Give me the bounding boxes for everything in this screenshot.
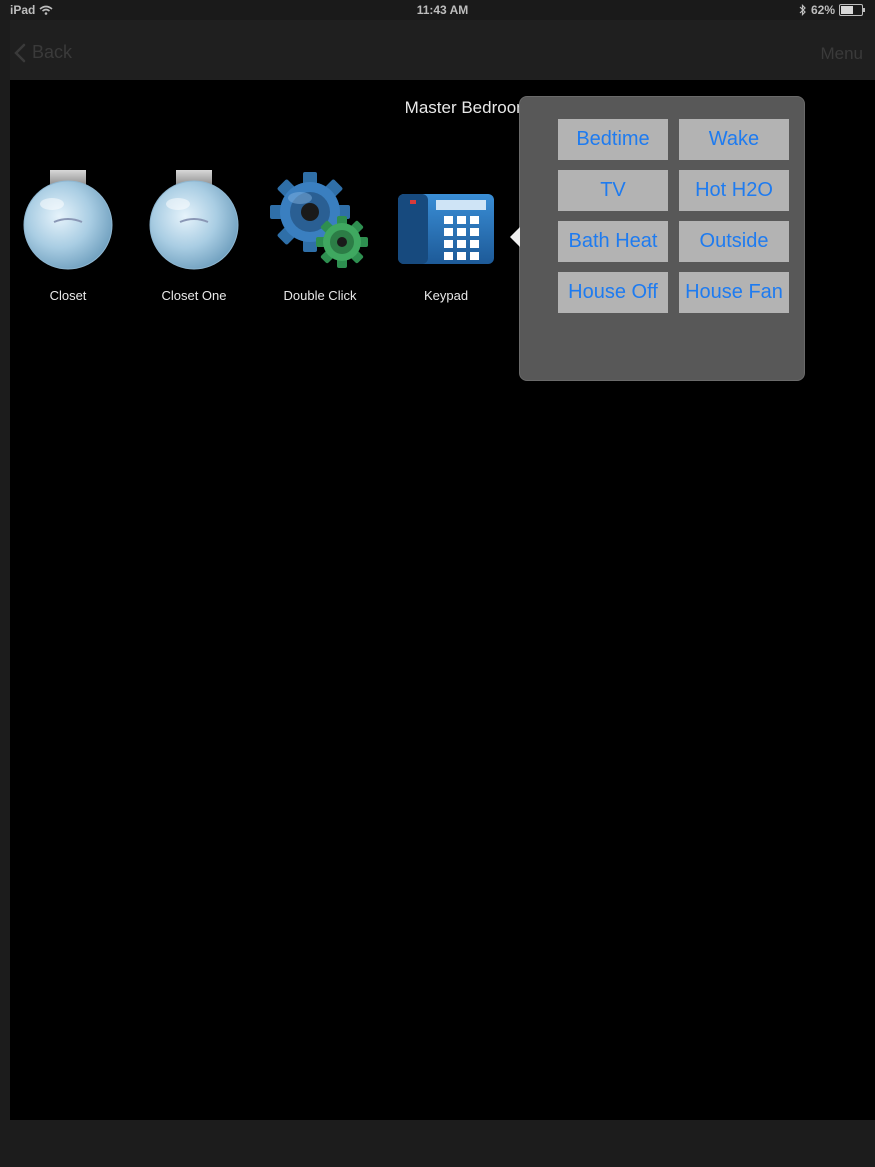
device-label: Keypad <box>423 288 469 303</box>
scene-button-outside[interactable]: Outside <box>679 221 789 262</box>
scene-button-tv[interactable]: TV <box>558 170 668 211</box>
scene-button-bath-heat[interactable]: Bath Heat <box>558 221 668 262</box>
device-double-click[interactable]: Double Click <box>262 160 378 303</box>
nav-bar: Back Menu <box>10 20 875 80</box>
device-keypad[interactable]: Keypad <box>388 160 504 303</box>
device-closet[interactable]: Closet <box>10 160 126 303</box>
battery-fill <box>841 6 853 14</box>
device-label: Closet One <box>161 288 227 303</box>
status-right: 62% <box>799 3 865 17</box>
scene-button-bedtime[interactable]: Bedtime <box>558 119 668 160</box>
bottom-toolbar <box>10 1120 875 1167</box>
device-closet-one[interactable]: Closet One <box>136 160 252 303</box>
scene-button-hot-h2o[interactable]: Hot H2O <box>679 170 789 211</box>
popover-arrow <box>510 227 520 247</box>
gears-icon <box>262 160 378 270</box>
device-label: Double Click <box>283 288 357 303</box>
scene-button-house-off[interactable]: House Off <box>558 272 668 313</box>
menu-button[interactable]: Menu <box>820 44 863 64</box>
chevron-left-icon <box>14 43 26 62</box>
scene-button-wake[interactable]: Wake <box>679 119 789 160</box>
device-label: Closet <box>49 288 87 303</box>
keypad-icon <box>388 160 504 270</box>
status-bar: iPad 11:43 AM 62% <box>10 0 875 20</box>
status-time: 11:43 AM <box>416 3 469 17</box>
battery-percent: 62% <box>810 3 835 17</box>
lightbulb-icon <box>10 160 126 270</box>
scene-button-house-fan[interactable]: House Fan <box>679 272 789 313</box>
back-button[interactable]: Back <box>14 42 72 63</box>
lightbulb-icon <box>136 160 252 270</box>
bluetooth-icon <box>799 4 806 16</box>
main-content: Master Bedroom Closet Closet One Double … <box>10 80 875 1120</box>
battery-icon <box>839 4 865 16</box>
scene-popover: Bedtime Wake TV Hot H2O Bath Heat Outsid… <box>510 96 805 381</box>
back-label: Back <box>32 42 73 62</box>
scene-grid: Bedtime Wake TV Hot H2O Bath Heat Outsid… <box>558 119 790 313</box>
